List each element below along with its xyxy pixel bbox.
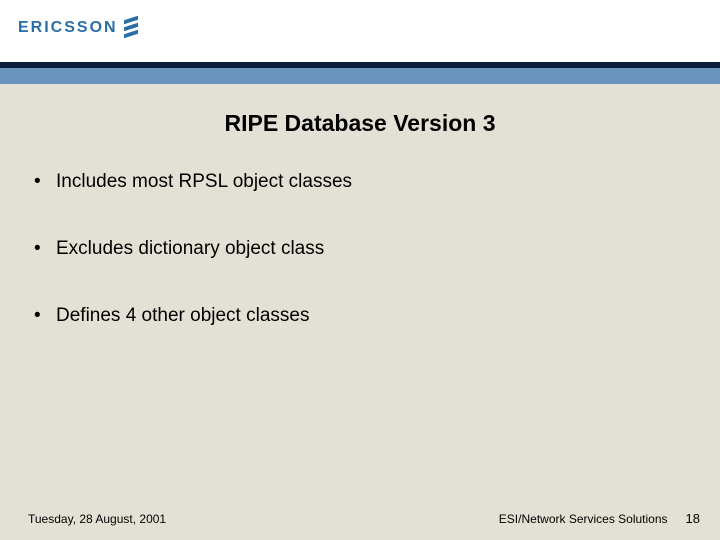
brand-logo: ERICSSON — [18, 18, 138, 38]
footer-date: Tuesday, 28 August, 2001 — [28, 512, 166, 526]
slide-title: RIPE Database Version 3 — [28, 104, 692, 171]
footer: Tuesday, 28 August, 2001 ESI/Network Ser… — [0, 511, 720, 526]
brand-name: ERICSSON — [18, 19, 118, 37]
header-bar: ERICSSON — [0, 0, 720, 62]
ericsson-stripes-icon — [124, 18, 138, 38]
bullet-list: Includes most RPSL object classes Exclud… — [28, 171, 692, 327]
page-number: 18 — [686, 511, 700, 526]
bullet-item: Defines 4 other object classes — [34, 305, 692, 328]
divider-blue — [0, 68, 720, 84]
bullet-item: Excludes dictionary object class — [34, 238, 692, 261]
bullet-item: Includes most RPSL object classes — [34, 171, 692, 194]
slide-body: RIPE Database Version 3 Includes most RP… — [0, 84, 720, 540]
footer-org: ESI/Network Services Solutions — [499, 512, 668, 526]
